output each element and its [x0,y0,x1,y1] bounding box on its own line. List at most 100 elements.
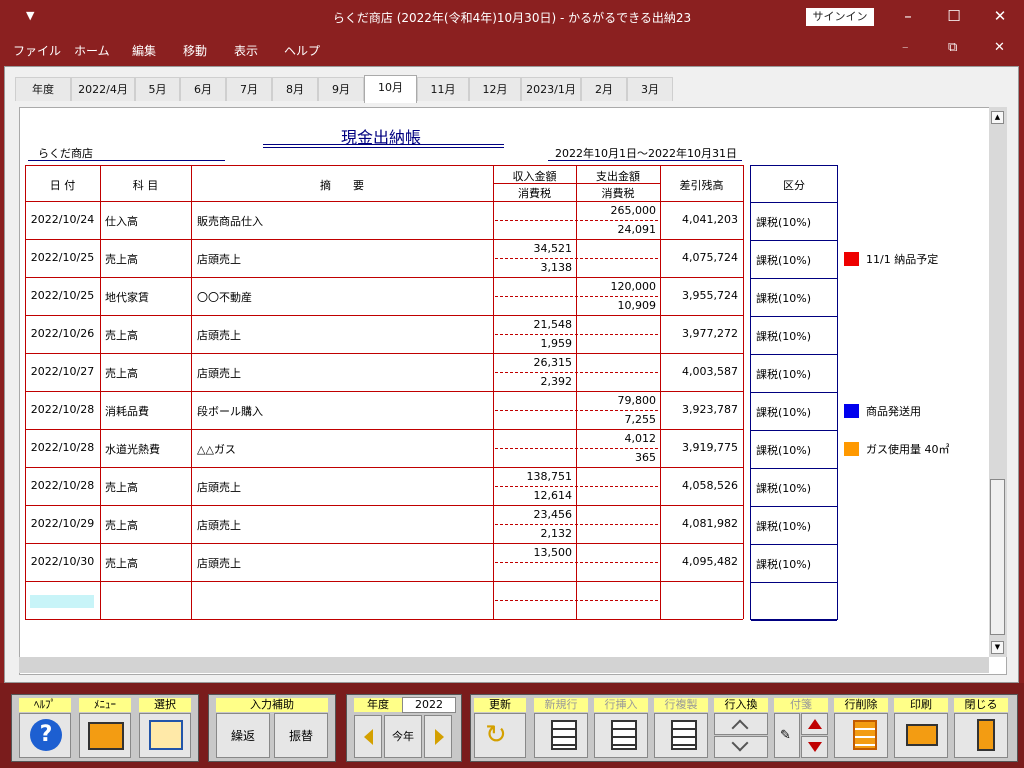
row-kubun[interactable]: 課税(10%) [756,404,811,420]
row-income[interactable]: 13,500 [493,546,573,559]
tab-3[interactable]: 3月 [627,77,673,101]
tab-7[interactable]: 7月 [226,77,272,101]
menu-view[interactable]: 表示 [234,42,258,59]
row-description[interactable]: 段ボール購入 [197,403,263,419]
sticky-down-button[interactable] [801,736,828,758]
row-account[interactable]: 売上高 [105,555,138,571]
tab-2[interactable]: 2月 [581,77,627,101]
sticky-button[interactable]: ✎ [774,713,800,758]
doc-restore-icon[interactable]: ⧉ [948,40,957,55]
row-date[interactable]: 2022/10/27 [25,365,100,378]
row-description[interactable]: 販売商品仕入 [197,213,263,229]
row-account[interactable]: 売上高 [105,479,138,495]
row-description[interactable]: 店頭売上 [197,555,241,571]
maximize-icon[interactable]: ☐ [942,6,966,26]
print-button[interactable] [894,713,948,758]
row-kubun[interactable]: 課税(10%) [756,290,811,306]
minimize-icon[interactable]: – [896,6,920,26]
row-date[interactable]: 2022/10/29 [25,517,100,530]
transfer-button[interactable]: 振替 [274,713,328,758]
row-date[interactable]: 2022/10/25 [25,289,100,302]
tab-12[interactable]: 12月 [469,77,521,101]
row-kubun[interactable]: 課税(10%) [756,518,811,534]
input-cursor-cell[interactable] [30,595,94,608]
row-income[interactable]: 26,315 [493,356,573,369]
row-description[interactable]: 店頭売上 [197,479,241,495]
row-description[interactable]: 店頭売上 [197,517,241,533]
row-income[interactable]: 23,456 [493,508,573,521]
sticky-color-icon[interactable] [844,252,859,266]
row-income-tax[interactable]: 2,392 [493,375,573,388]
row-account[interactable]: 水道光熱費 [105,441,160,457]
horizontal-scrollbar[interactable] [19,657,989,673]
doc-close-icon[interactable]: ✕ [994,40,1005,55]
row-account[interactable]: 売上高 [105,327,138,343]
vertical-scrollbar[interactable]: ▲ ▼ [989,107,1007,657]
tab-6[interactable]: 6月 [180,77,226,101]
menu-move[interactable]: 移動 [183,42,207,59]
row-kubun[interactable]: 課税(10%) [756,328,811,344]
tab-11[interactable]: 11月 [417,77,469,101]
scroll-up-icon[interactable]: ▲ [991,111,1004,124]
row-account[interactable]: 地代家賃 [105,289,149,305]
menu-file[interactable]: ファイル [13,42,61,59]
row-account[interactable]: 売上高 [105,251,138,267]
row-income[interactable]: 34,521 [493,242,573,255]
delete-row-button[interactable] [834,713,888,758]
carry-button[interactable]: 繰返 [216,713,270,758]
swap-row-down-button[interactable] [714,734,768,758]
select-button[interactable] [139,713,191,758]
row-kubun[interactable]: 課税(10%) [756,480,811,496]
doc-minimize-icon[interactable]: – [902,40,909,55]
row-kubun[interactable]: 課税(10%) [756,214,811,230]
row-income-tax[interactable]: 2,132 [493,527,573,540]
row-description[interactable]: 店頭売上 [197,251,241,267]
row-expense[interactable]: 4,012 [576,432,657,445]
row-date[interactable]: 2022/10/26 [25,327,100,340]
tab-9[interactable]: 9月 [318,77,364,101]
menu-help[interactable]: ヘルプ [284,42,320,59]
row-description[interactable]: 〇〇不動産 [197,289,252,305]
row-kubun[interactable]: 課税(10%) [756,556,811,572]
help-button[interactable]: ? [19,713,71,758]
row-income[interactable]: 138,751 [493,470,573,483]
row-kubun[interactable]: 課税(10%) [756,442,811,458]
row-account[interactable]: 仕入高 [105,213,138,229]
sticky-color-icon[interactable] [844,404,859,418]
next-year-button[interactable] [424,715,452,758]
row-expense[interactable]: 79,800 [576,394,657,407]
row-kubun[interactable]: 課税(10%) [756,366,811,382]
row-date[interactable]: 2022/10/30 [25,555,100,568]
row-expense-tax[interactable]: 7,255 [576,413,657,426]
row-description[interactable]: 店頭売上 [197,327,241,343]
row-account[interactable]: 消耗品費 [105,403,149,419]
tab-8[interactable]: 8月 [272,77,318,101]
close-icon[interactable]: ✕ [988,6,1012,26]
menu-home[interactable]: ホーム [74,42,110,59]
insert-row-button[interactable] [594,713,648,758]
sticky-up-button[interactable] [801,713,828,735]
row-description[interactable]: △△ガス [197,441,236,457]
new-row-button[interactable] [534,713,588,758]
row-kubun[interactable]: 課税(10%) [756,252,811,268]
row-expense[interactable]: 265,000 [576,204,657,217]
copy-row-button[interactable] [654,713,708,758]
update-button[interactable]: ↻ [474,713,526,758]
signin-button[interactable]: サインイン [806,8,874,26]
menu-edit[interactable]: 編集 [132,42,156,59]
row-date[interactable]: 2022/10/24 [25,213,100,226]
tab-year[interactable]: 年度 [15,77,71,101]
row-account[interactable]: 売上高 [105,365,138,381]
tab-2022-4[interactable]: 2022/4月 [71,77,135,101]
sticky-note[interactable]: ガス使用量 40㎥ [866,441,950,457]
row-income-tax[interactable]: 12,614 [493,489,573,502]
tab-5[interactable]: 5月 [135,77,180,101]
row-expense-tax[interactable]: 365 [576,451,656,464]
this-year-button[interactable]: 今年 [384,715,422,758]
row-expense[interactable]: 120,000 [576,280,657,293]
row-date[interactable]: 2022/10/28 [25,441,100,454]
close-button[interactable] [954,713,1008,758]
row-expense-tax[interactable]: 24,091 [576,223,657,236]
prev-year-button[interactable] [354,715,382,758]
row-date[interactable]: 2022/10/28 [25,479,100,492]
